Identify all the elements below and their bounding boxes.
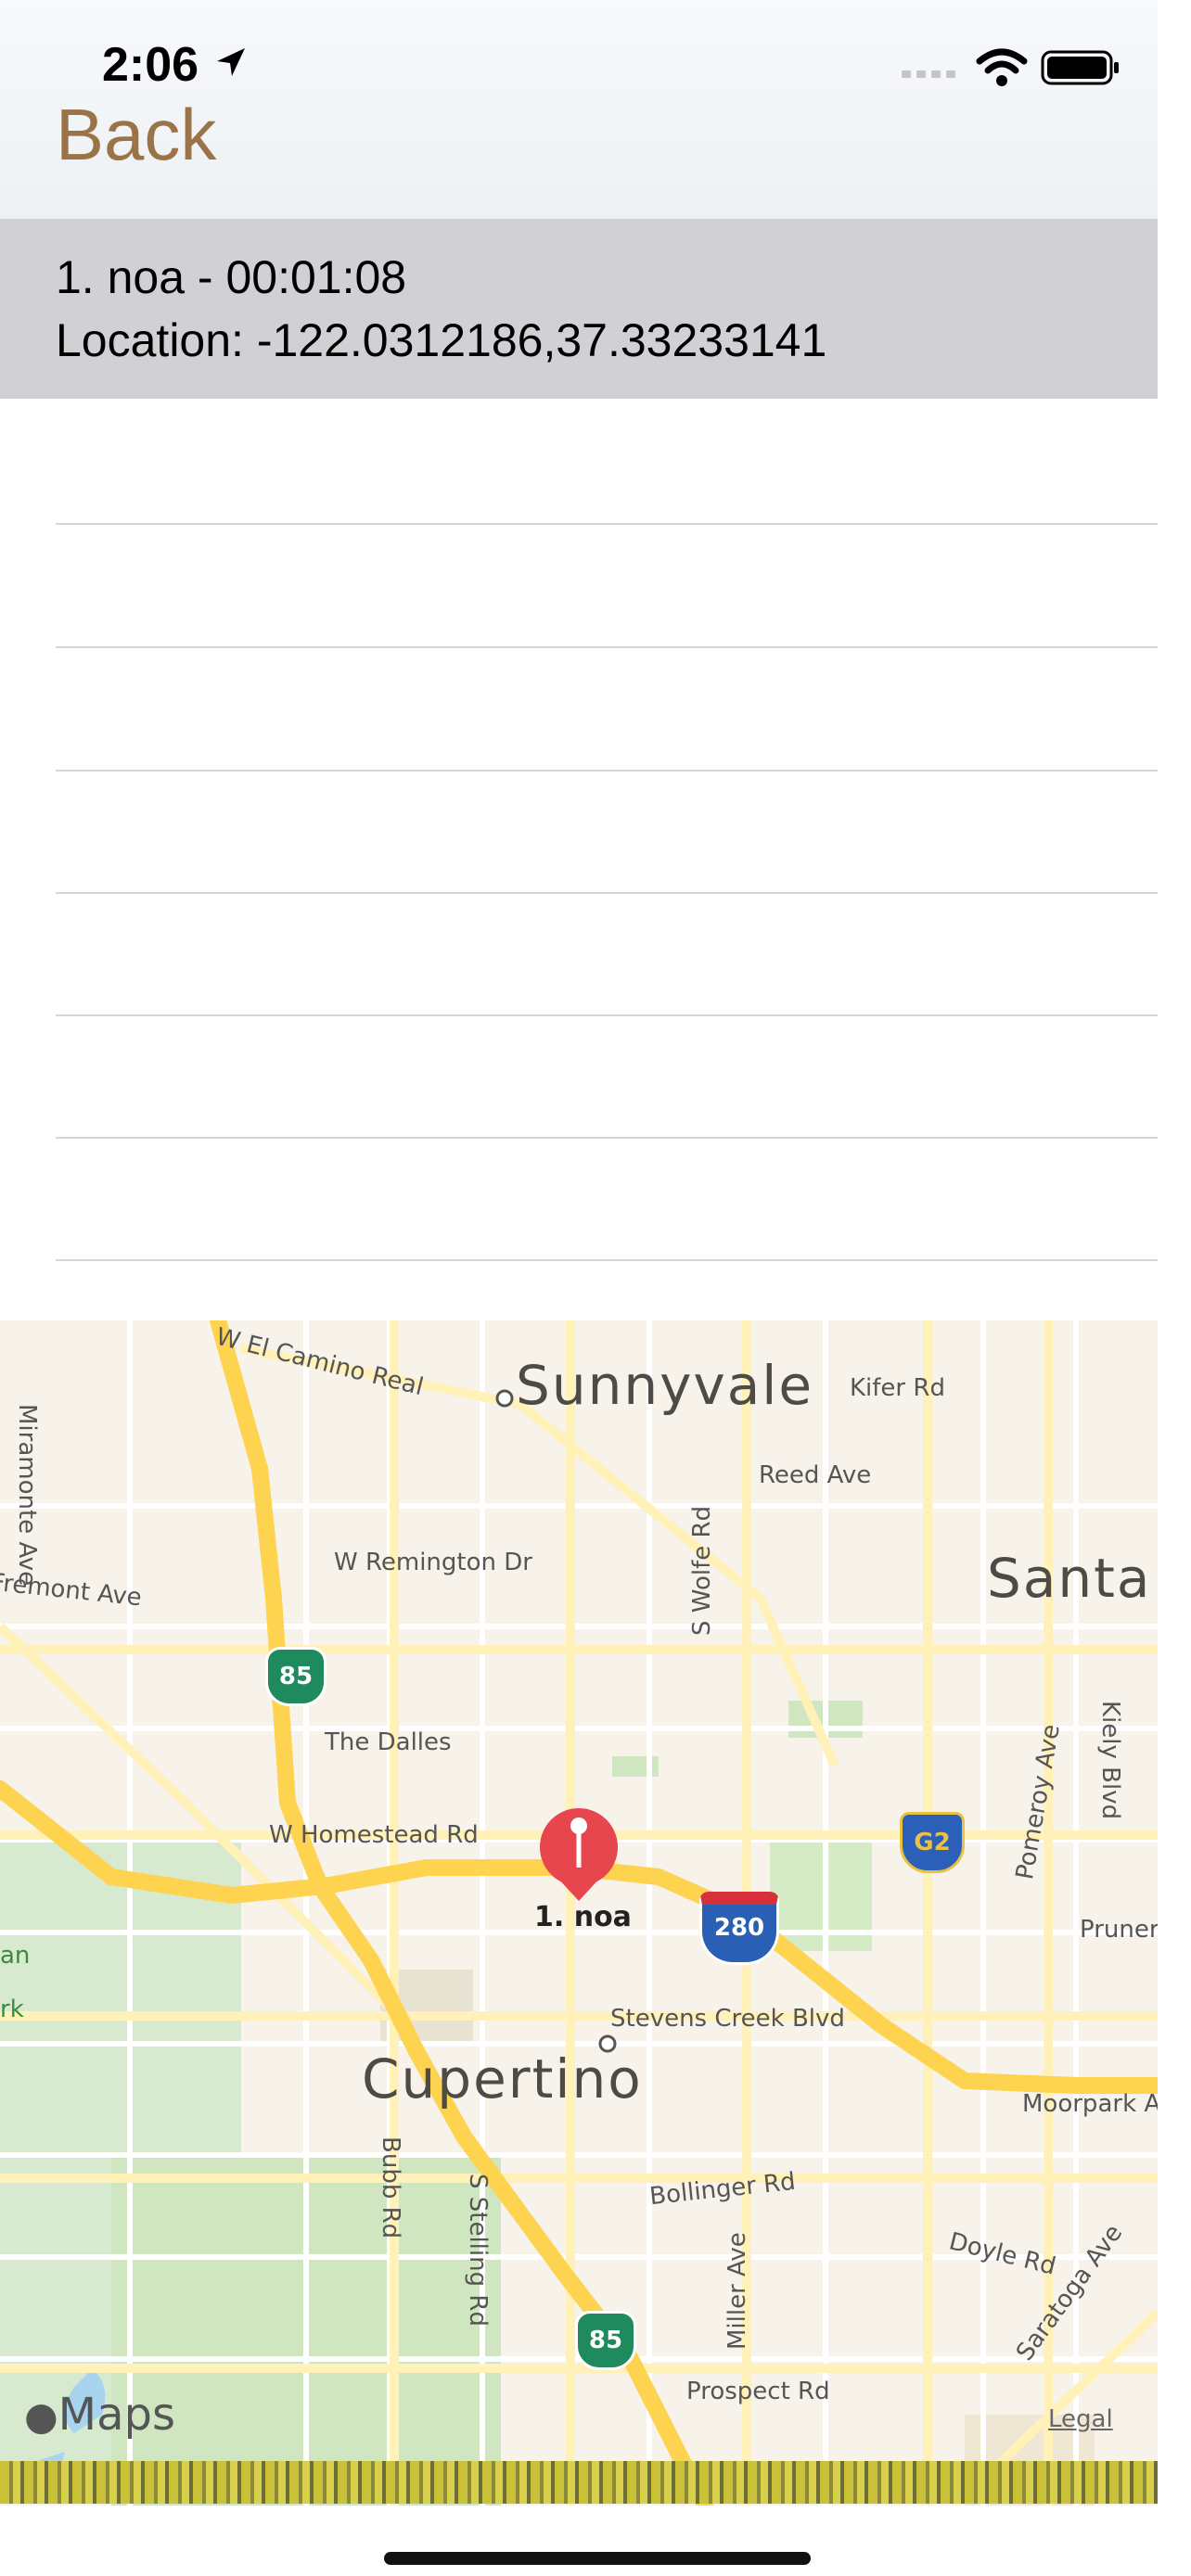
maps-brand-text: Maps: [58, 2389, 175, 2441]
street-label: The Dalles: [325, 1728, 452, 1756]
city-label-sunnyvale: Sunnyvale: [516, 1354, 814, 1417]
street-label: Moorpark Av: [1022, 2090, 1158, 2118]
street-label: Reed Ave: [759, 1461, 872, 1489]
list-item-selected[interactable]: 1. noa - 00:01:08 Location: -122.0312186…: [0, 219, 1158, 399]
street-label: S Wolfe Rd: [688, 1505, 716, 1636]
status-time: 2:06: [102, 38, 199, 92]
street-label: S Stelling Rd: [464, 2174, 492, 2327]
street-label: Miramonte Ave: [13, 1404, 41, 1587]
row-separator: [56, 523, 1158, 525]
street-label: rk: [0, 1996, 24, 2023]
list-item-title: 1. noa - 00:01:08: [56, 251, 407, 303]
battery-icon: [1041, 50, 1119, 85]
street-label: W Homestead Rd: [269, 1821, 479, 1849]
highway-85-shield-bottom: 85: [575, 2311, 636, 2370]
street-label: Prospect Rd: [686, 2378, 830, 2405]
signal-icon: [902, 70, 955, 78]
street-label: Stevens Creek Blvd: [610, 2005, 845, 2033]
row-separator: [56, 646, 1158, 648]
street-label: Kifer Rd: [850, 1374, 945, 1402]
apple-icon: ●: [24, 2393, 58, 2439]
street-label: Kiely Blvd: [1096, 1701, 1124, 1820]
home-indicator[interactable]: [384, 2552, 811, 2565]
row-separator: [56, 892, 1158, 894]
navigation-header: 2:06 Back: [0, 0, 1191, 219]
city-label-santa: Santa: [987, 1547, 1152, 1610]
location-arrow-icon: [217, 48, 245, 76]
map-view[interactable]: 85 85 280 G2 Sunnyvale Santa Cupertino W…: [0, 1320, 1158, 2506]
street-label: Bubb Rd: [377, 2136, 404, 2239]
interstate-280-shield: 280: [699, 1892, 779, 1965]
city-label-cupertino: Cupertino: [362, 2047, 643, 2111]
wifi-icon: [976, 48, 1028, 86]
street-label: Miller Ave: [724, 2232, 751, 2350]
row-separator: [56, 1137, 1158, 1139]
apple-maps-logo: ●Maps: [24, 2389, 175, 2441]
highway-85-shield-top: 85: [265, 1647, 327, 1706]
back-button[interactable]: Back: [56, 93, 216, 177]
street-label: W Remington Dr: [334, 1549, 532, 1576]
map-pin-label: 1. noa: [534, 1901, 632, 1933]
map-bottom-edge: [0, 2461, 1158, 2504]
map-pin-icon: [540, 1808, 618, 1901]
street-label: an: [0, 1942, 31, 1970]
row-separator: [56, 1014, 1158, 1016]
legal-link[interactable]: Legal: [1048, 2405, 1113, 2433]
street-label: Pruner: [1080, 1916, 1158, 1944]
list-item-location: Location: -122.0312186,37.33233141: [56, 314, 827, 366]
row-separator: [56, 770, 1158, 772]
right-margin: [1158, 0, 1191, 2576]
row-separator: [56, 1259, 1158, 1261]
county-g2-shield: G2: [900, 1812, 965, 1873]
